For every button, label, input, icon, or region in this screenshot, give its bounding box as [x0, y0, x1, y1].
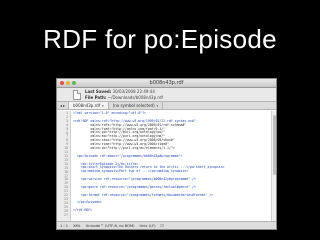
line-number-gutter: 1 2 3 4 5 6 7 8 9 10 11 12 13 14 15 16 17 18 19 20 21 22 23 24 2…: [57, 111, 71, 222]
file-info-bar: Last Saved: 30/03/2008 22:49:44 File Pat…: [57, 88, 276, 102]
tab-symbol[interactable]: (no symbol selected) ▾: [109, 102, 164, 109]
chevron-down-icon: ▾: [156, 103, 159, 108]
nav-arrows: ◂ ▸: [57, 102, 69, 109]
status-flags[interactable]: ☐: [161, 224, 164, 228]
last-saved-label: Last Saved:: [85, 89, 112, 94]
file-path-value: ~/Downloads/b008n43p.rdf: [107, 95, 163, 100]
window-title: b008n43p.rdf: [149, 80, 184, 86]
forward-arrow-icon[interactable]: ▸: [63, 103, 65, 108]
back-arrow-icon[interactable]: ◂: [60, 103, 62, 108]
file-info: Last Saved: 30/03/2008 22:49:44 File Pat…: [85, 89, 163, 101]
chevron-down-icon: ▾: [102, 103, 104, 108]
code-text-area[interactable]: <?xml version="1.0" encoding="utf-8"?> <r…: [71, 111, 276, 222]
status-bar: 1 : 1 XML Unicode™ (UTF-8, no BOM) Unix …: [57, 221, 276, 229]
window-titlebar: b008n43p.rdf: [57, 79, 276, 88]
file-path-label: File Path:: [85, 95, 107, 100]
status-mode[interactable]: XML: [73, 224, 81, 228]
vertical-scrollbar[interactable]: [271, 111, 276, 222]
scrollbar-thumb[interactable]: [273, 115, 276, 175]
code-editor[interactable]: 1 2 3 4 5 6 7 8 9 10 11 12 13 14 15 16 17 18 19 20 21 22 23 24 2…: [57, 111, 276, 222]
editor-window: b008n43p.rdf Last Saved: 30/03/2008 22:4…: [56, 78, 277, 230]
status-line-col: 1 : 1: [60, 223, 69, 228]
status-encoding[interactable]: Unicode™ (UTF-8, no BOM): [86, 224, 135, 228]
line-number: 27: [64, 212, 68, 217]
slide-title: RDF for po:Episode: [43, 24, 277, 54]
document-icon[interactable]: [73, 90, 81, 100]
tab-symbol-label: (no symbol selected): [112, 103, 155, 108]
status-line-ending[interactable]: Unix (LF): [139, 224, 155, 228]
navigation-bar: ◂ ▸ b008n43p.rdf ▾ (no symbol selected) …: [57, 102, 276, 110]
tab-document[interactable]: b008n43p.rdf ▾: [69, 102, 109, 109]
tab-document-label: b008n43p.rdf: [73, 103, 101, 108]
last-saved-value: 30/03/2008 22:49:44: [112, 89, 155, 94]
